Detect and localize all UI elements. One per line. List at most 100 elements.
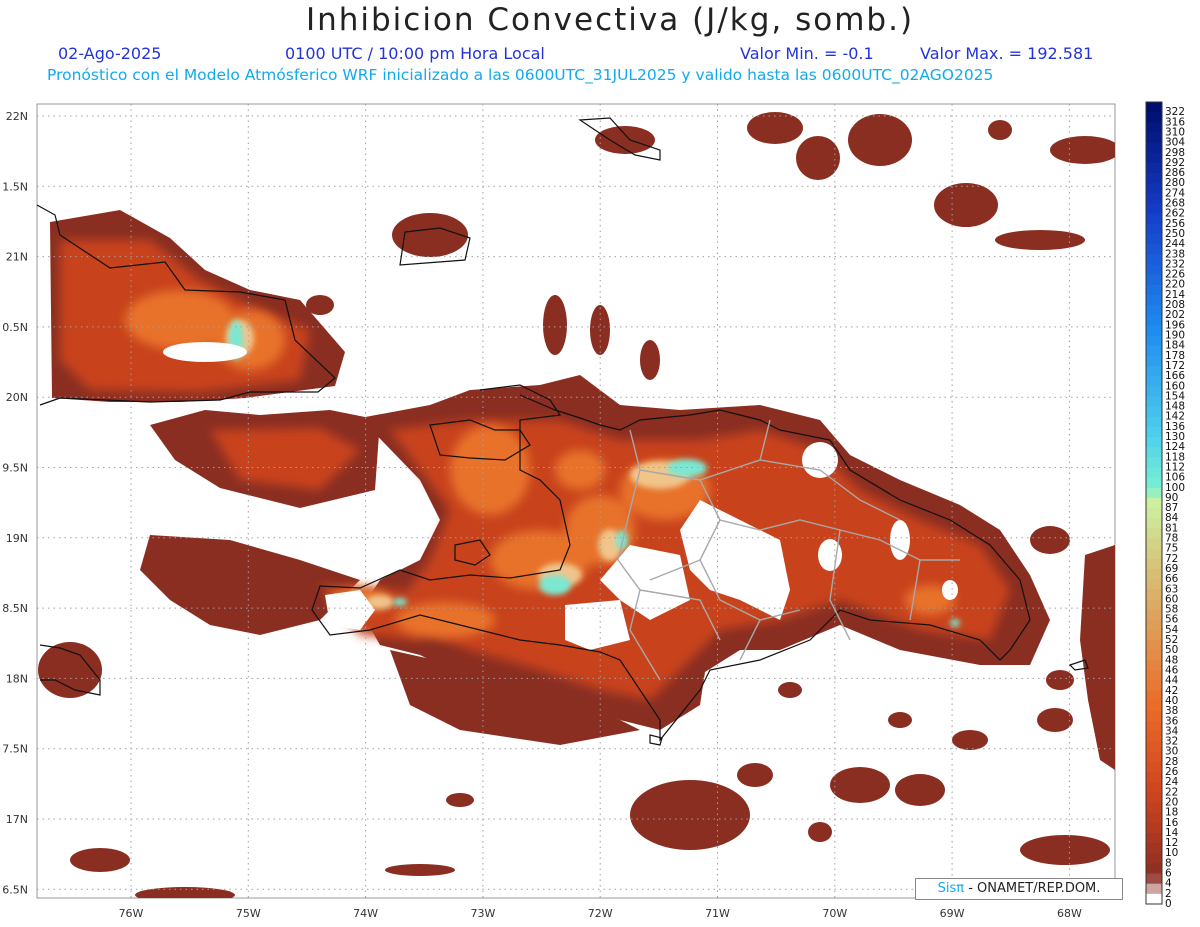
colorbar-swatch <box>1146 528 1162 540</box>
colorbar-swatch <box>1146 640 1162 651</box>
lat-label: 0.5N <box>2 321 28 334</box>
cin-map: 22N 1.5N 21N 0.5N 20N 9.5N 19N 8.5N 18N 7.5N 17N 6.… <box>2 101 1185 920</box>
colorbar-swatch <box>1146 132 1162 144</box>
colorbar-swatch <box>1146 122 1162 133</box>
lat-label: 9.5N <box>2 462 28 475</box>
lon-label: 70W <box>822 907 847 920</box>
lat-label: 18N <box>6 672 28 685</box>
lat-label: 6.5N <box>2 883 28 896</box>
longitude-labels: 76W 75W 74W 73W 72W 71W 70W 69W 68W <box>119 907 1082 920</box>
colorbar-swatch <box>1146 782 1162 793</box>
lat-label: 1.5N <box>2 180 28 193</box>
lon-label: 71W <box>705 907 730 920</box>
lon-label: 73W <box>470 907 495 920</box>
colorbar-swatch <box>1146 406 1162 418</box>
colorbar-swatch <box>1146 112 1162 123</box>
colorbar-swatch <box>1146 558 1162 570</box>
lat-label: 21N <box>6 251 28 264</box>
lon-label: 74W <box>353 907 378 920</box>
colorbar-swatch <box>1146 893 1162 905</box>
colorbar-swatch <box>1146 832 1162 844</box>
colorbar-swatch <box>1146 162 1162 174</box>
colorbar-swatch <box>1146 853 1162 864</box>
colorbar-swatch <box>1146 843 1162 854</box>
colorbar-swatch <box>1146 193 1162 205</box>
colorbar-swatch <box>1146 883 1162 895</box>
colorbar-swatch <box>1146 203 1162 215</box>
colorbar-swatch <box>1146 873 1162 885</box>
colorbar-swatch <box>1146 579 1162 590</box>
colorbar-swatch <box>1146 772 1162 783</box>
colorbar-swatch <box>1146 670 1162 682</box>
colorbar-swatch <box>1146 629 1162 641</box>
colorbar-swatch <box>1146 152 1162 164</box>
colorbar-swatch <box>1146 305 1162 316</box>
colorbar-swatch <box>1146 690 1162 702</box>
colorbar-swatch <box>1146 345 1162 357</box>
colorbar-swatch <box>1146 619 1162 631</box>
colorbar-swatch <box>1146 548 1162 560</box>
colorbar-swatch <box>1146 213 1162 225</box>
colorbar-swatch <box>1146 173 1162 184</box>
latitude-labels: 22N 1.5N 21N 0.5N 20N 9.5N 19N 8.5N 18N 7.5N 17N 6.… <box>2 110 28 896</box>
lat-label: 8.5N <box>2 602 28 615</box>
colorbar-swatch <box>1146 264 1162 276</box>
colorbar-swatch <box>1146 254 1162 265</box>
colorbar-swatch <box>1146 426 1162 438</box>
credit-org: - ONAMET/REP.DOM. <box>964 881 1101 896</box>
lon-label: 68W <box>1057 907 1082 920</box>
colorbar-swatch <box>1146 325 1162 336</box>
colorbar-swatch <box>1146 315 1162 326</box>
colorbar-swatch <box>1146 223 1162 235</box>
colorbar-swatch <box>1146 487 1162 499</box>
colorbar-swatch <box>1146 396 1162 408</box>
colorbar-swatch <box>1146 518 1162 529</box>
colorbar-swatch <box>1146 477 1162 489</box>
colorbar-swatch <box>1146 680 1162 692</box>
colorbar-swatch <box>1146 274 1162 286</box>
colorbar-swatch <box>1146 497 1162 509</box>
credit-box: Sisπ - ONAMET/REP.DOM. <box>915 878 1123 900</box>
colorbar-swatch <box>1146 284 1162 296</box>
colorbar-swatch <box>1146 660 1162 672</box>
colorbar-swatch <box>1146 467 1162 479</box>
colorbar-swatch <box>1146 102 1162 113</box>
colorbar-tick: 0 <box>1165 898 1172 910</box>
colorbar-swatch <box>1146 568 1162 580</box>
colorbar-swatch <box>1146 609 1162 621</box>
lat-label: 22N <box>6 110 28 123</box>
colorbar-swatch <box>1146 508 1162 519</box>
colorbar-swatch <box>1146 761 1162 773</box>
colorbar-swatch <box>1146 731 1162 743</box>
colorbar-swatch <box>1146 538 1162 550</box>
credit-sis: Sisπ <box>937 881 965 896</box>
lat-label: 20N <box>6 391 28 404</box>
colorbar-swatch <box>1146 447 1162 458</box>
colorbar-swatch <box>1146 812 1162 824</box>
colorbar-swatch <box>1146 863 1162 875</box>
colorbar-swatch <box>1146 711 1162 722</box>
colorbar-swatch <box>1146 802 1162 814</box>
colorbar-swatch <box>1146 294 1162 306</box>
colorbar-swatch <box>1146 457 1162 468</box>
colorbar-swatch <box>1146 142 1162 154</box>
colorbar-swatch <box>1146 792 1162 803</box>
colorbar-swatch <box>1146 335 1162 347</box>
colorbar-swatch <box>1146 376 1162 387</box>
colorbar-swatch <box>1146 589 1162 600</box>
lon-label: 69W <box>940 907 965 920</box>
colorbar-swatch <box>1146 741 1162 753</box>
lon-label: 75W <box>236 907 261 920</box>
lat-label: 7.5N <box>2 743 28 756</box>
colorbar-swatch <box>1146 416 1162 428</box>
lon-label: 72W <box>588 907 613 920</box>
colorbar-swatch <box>1146 700 1162 712</box>
colorbar-swatch <box>1146 599 1162 611</box>
colorbar-swatch <box>1146 751 1162 763</box>
colorbar-swatch <box>1146 365 1162 377</box>
colorbar-swatch <box>1146 355 1162 367</box>
colorbar-swatch <box>1146 233 1162 245</box>
lat-label: 19N <box>6 532 28 545</box>
colorbar-swatch <box>1146 437 1162 448</box>
colorbar-swatch <box>1146 386 1162 397</box>
